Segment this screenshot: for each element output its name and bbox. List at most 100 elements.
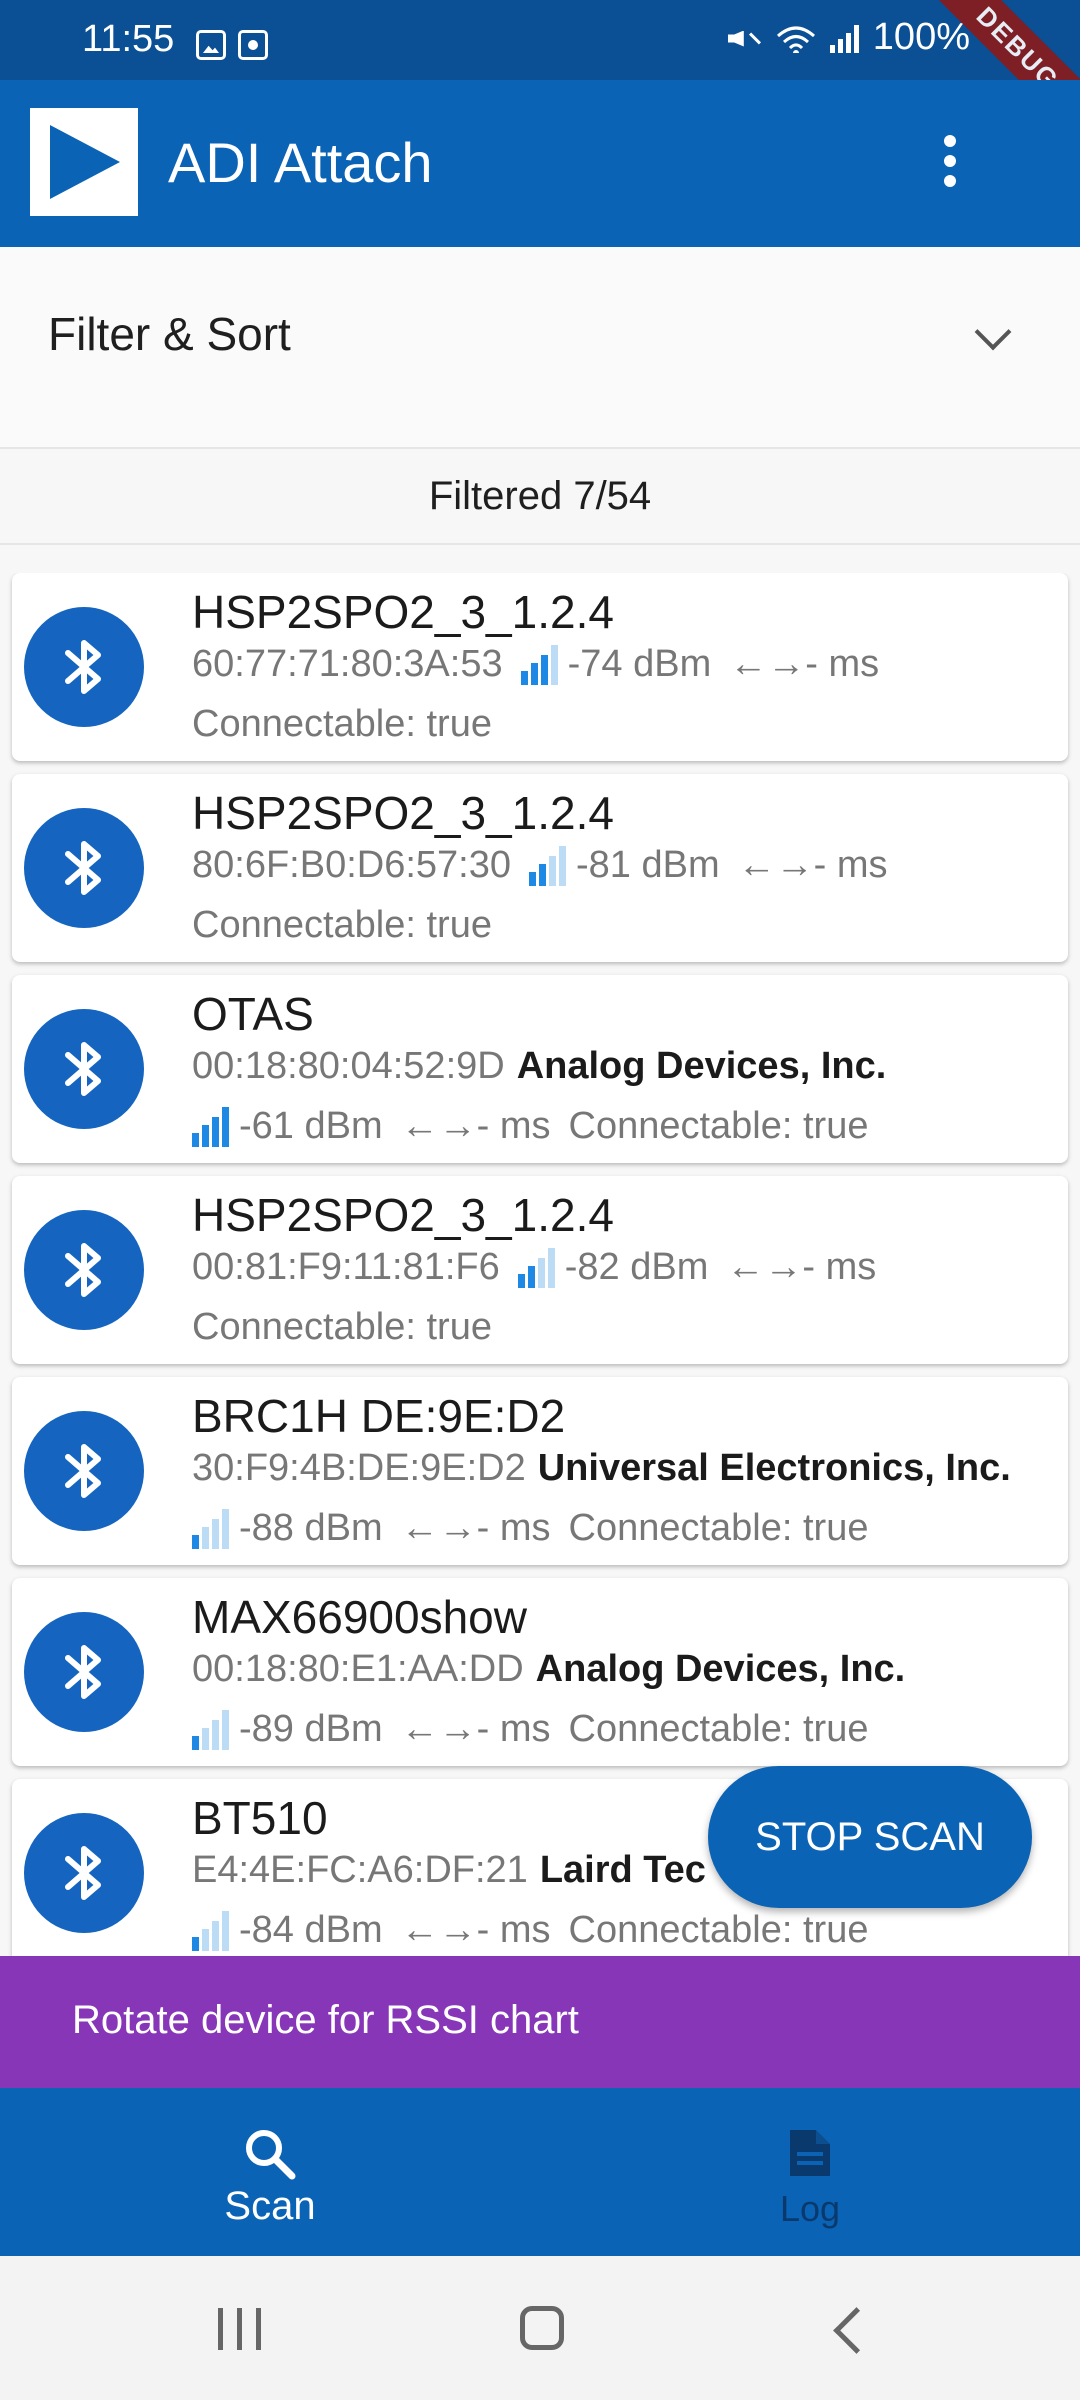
- device-details-line: 00:18:80:E1:AA:DD Analog Devices, Inc.: [192, 1648, 905, 1691]
- device-manufacturer: Analog Devices, Inc.: [516, 1045, 887, 1087]
- filtered-count: Filtered 7/54: [0, 449, 1080, 545]
- device-rssi: -81 dBm: [576, 844, 720, 886]
- signal-strength-icon: [192, 1910, 229, 1951]
- device-address: 80:6F:B0:D6:57:30: [192, 844, 511, 886]
- nav-scan-label: Scan: [224, 2184, 316, 2228]
- device-connectable: Connectable: true: [192, 904, 492, 946]
- signal-strength-icon: [520, 644, 558, 685]
- home-icon[interactable]: [520, 2306, 564, 2350]
- device-details-line: 00:18:80:04:52:9D Analog Devices, Inc.: [192, 1045, 886, 1088]
- device-name: HSP2SPO2_3_1.2.4: [192, 1189, 614, 1241]
- device-list[interactable]: HSP2SPO2_3_1.2.4 60:77:71:80:3A:53 -74 dBm…: [0, 573, 1080, 1956]
- battery-text: 100%: [872, 16, 970, 58]
- bluetooth-icon: [24, 1009, 144, 1129]
- nav-scan[interactable]: Scan: [0, 2088, 540, 2256]
- status-bar: 11:55 100%: [0, 0, 1080, 80]
- device-rssi: -88 dBm: [239, 1507, 383, 1549]
- bluetooth-icon: [24, 1612, 144, 1732]
- device-address: 30:F9:4B:DE:9E:D2: [192, 1447, 526, 1489]
- adi-logo-icon: [30, 108, 138, 216]
- bluetooth-icon: [24, 607, 144, 727]
- device-manufacturer: Analog Devices, Inc.: [535, 1648, 906, 1690]
- bluetooth-icon: [24, 1210, 144, 1330]
- device-status-line: -89 dBm ←→- ms Connectable: true: [192, 1708, 868, 1751]
- bluetooth-icon: [24, 1411, 144, 1531]
- device-latency: ←→- ms: [400, 1909, 551, 1951]
- device-name: BRC1H DE:9E:D2: [192, 1390, 566, 1442]
- device-rssi: -74 dBm: [567, 643, 712, 685]
- device-address: 00:18:80:04:52:9D: [192, 1045, 505, 1087]
- device-name: HSP2SPO2_3_1.2.4: [192, 586, 614, 638]
- document-icon: [790, 2130, 830, 2176]
- device-status-line: Connectable: true: [192, 703, 492, 746]
- signal-strength-icon: [192, 1508, 229, 1549]
- device-manufacturer: Laird Tec: [539, 1849, 706, 1891]
- recent-apps-icon[interactable]: [218, 2308, 261, 2350]
- system-navigation: [0, 2256, 1080, 2400]
- device-address: 00:81:F9:11:81:F6: [192, 1246, 500, 1288]
- signal-strength-icon: [192, 1709, 229, 1750]
- device-connectable: Connectable: true: [192, 703, 492, 745]
- search-icon: [246, 2130, 296, 2180]
- device-rssi: -89 dBm: [239, 1708, 383, 1750]
- device-name: BT510: [192, 1792, 328, 1844]
- device-name: MAX66900show: [192, 1591, 527, 1643]
- status-time: 11:55: [82, 18, 175, 60]
- device-connectable: Connectable: true: [568, 1105, 869, 1147]
- device-details-line: 30:F9:4B:DE:9E:D2 Universal Electronics, …: [192, 1447, 1011, 1490]
- app-bar: ADI Attach: [0, 80, 1080, 247]
- device-card[interactable]: HSP2SPO2_3_1.2.4 80:6F:B0:D6:57:30 -81 dBm…: [12, 774, 1068, 962]
- device-connectable: Connectable: true: [192, 1306, 492, 1348]
- device-card[interactable]: HSP2SPO2_3_1.2.4 60:77:71:80:3A:53 -74 dBm…: [12, 573, 1068, 761]
- device-card[interactable]: BRC1H DE:9E:D2 30:F9:4B:DE:9E:D2 Universal…: [12, 1377, 1068, 1565]
- snackbar-text: Rotate device for RSSI chart: [72, 1998, 579, 2042]
- bottom-navigation: Scan Log: [0, 2088, 1080, 2256]
- device-name: OTAS: [192, 988, 314, 1040]
- device-name: HSP2SPO2_3_1.2.4: [192, 787, 614, 839]
- filter-sort-label: Filter & Sort: [48, 308, 291, 360]
- more-vert-icon[interactable]: [930, 135, 970, 195]
- bluetooth-icon: [24, 1813, 144, 1933]
- device-connectable: Connectable: true: [568, 1708, 869, 1750]
- nav-log[interactable]: Log: [540, 2088, 1080, 2256]
- device-address: 00:18:80:E1:AA:DD: [192, 1648, 524, 1690]
- wifi-icon: [776, 23, 816, 53]
- device-status-line: -88 dBm ←→- ms Connectable: true: [192, 1507, 868, 1550]
- nav-log-label: Log: [779, 2188, 841, 2229]
- device-address: E4:4E:FC:A6:DF:21: [192, 1849, 528, 1891]
- bluetooth-icon: [24, 808, 144, 928]
- device-latency: ←→- ms: [400, 1507, 551, 1549]
- status-right-icons: 100%: [728, 16, 970, 59]
- back-icon[interactable]: [833, 2307, 880, 2354]
- device-manufacturer: Universal Electronics, Inc.: [537, 1447, 1011, 1489]
- device-status-line: -84 dBm ←→- ms Connectable: true: [192, 1909, 868, 1952]
- device-details-line: 80:6F:B0:D6:57:30 -81 dBm ←→- ms: [192, 844, 888, 887]
- filter-sort-panel[interactable]: Filter & Sort: [0, 247, 1080, 449]
- device-card[interactable]: OTAS 00:18:80:04:52:9D Analog Devices, Inc…: [12, 975, 1068, 1163]
- cell-signal-icon: [829, 23, 859, 53]
- device-rssi: -84 dBm: [239, 1909, 383, 1951]
- device-details-line: E4:4E:FC:A6:DF:21 Laird Tec: [192, 1849, 706, 1892]
- device-connectable: Connectable: true: [568, 1909, 869, 1951]
- device-latency: ←→- ms: [400, 1105, 551, 1147]
- app-title: ADI Attach: [168, 131, 433, 194]
- mute-icon: [728, 23, 762, 53]
- device-latency: ←→- ms: [729, 643, 880, 685]
- device-status-line: -61 dBm ←→- ms Connectable: true: [192, 1105, 868, 1148]
- signal-strength-icon: [517, 1247, 555, 1288]
- device-card[interactable]: HSP2SPO2_3_1.2.4 00:81:F9:11:81:F6 -82 dBm…: [12, 1176, 1068, 1364]
- device-card[interactable]: MAX66900show 00:18:80:E1:AA:DD Analog Devi…: [12, 1578, 1068, 1766]
- device-connectable: Connectable: true: [568, 1507, 869, 1549]
- device-rssi: -82 dBm: [564, 1246, 709, 1288]
- device-address: 60:77:71:80:3A:53: [192, 643, 503, 685]
- stop-scan-button[interactable]: STOP SCAN: [708, 1766, 1032, 1908]
- chevron-down-icon[interactable]: [974, 313, 1012, 351]
- signal-strength-icon: [192, 1106, 229, 1147]
- device-latency: ←→- ms: [726, 1246, 877, 1288]
- device-status-line: Connectable: true: [192, 1306, 492, 1349]
- signal-strength-icon: [529, 845, 566, 886]
- device-details-line: 60:77:71:80:3A:53 -74 dBm ←→- ms: [192, 643, 879, 686]
- device-latency: ←→- ms: [400, 1708, 551, 1750]
- device-status-line: Connectable: true: [192, 904, 492, 947]
- device-rssi: -61 dBm: [239, 1105, 383, 1147]
